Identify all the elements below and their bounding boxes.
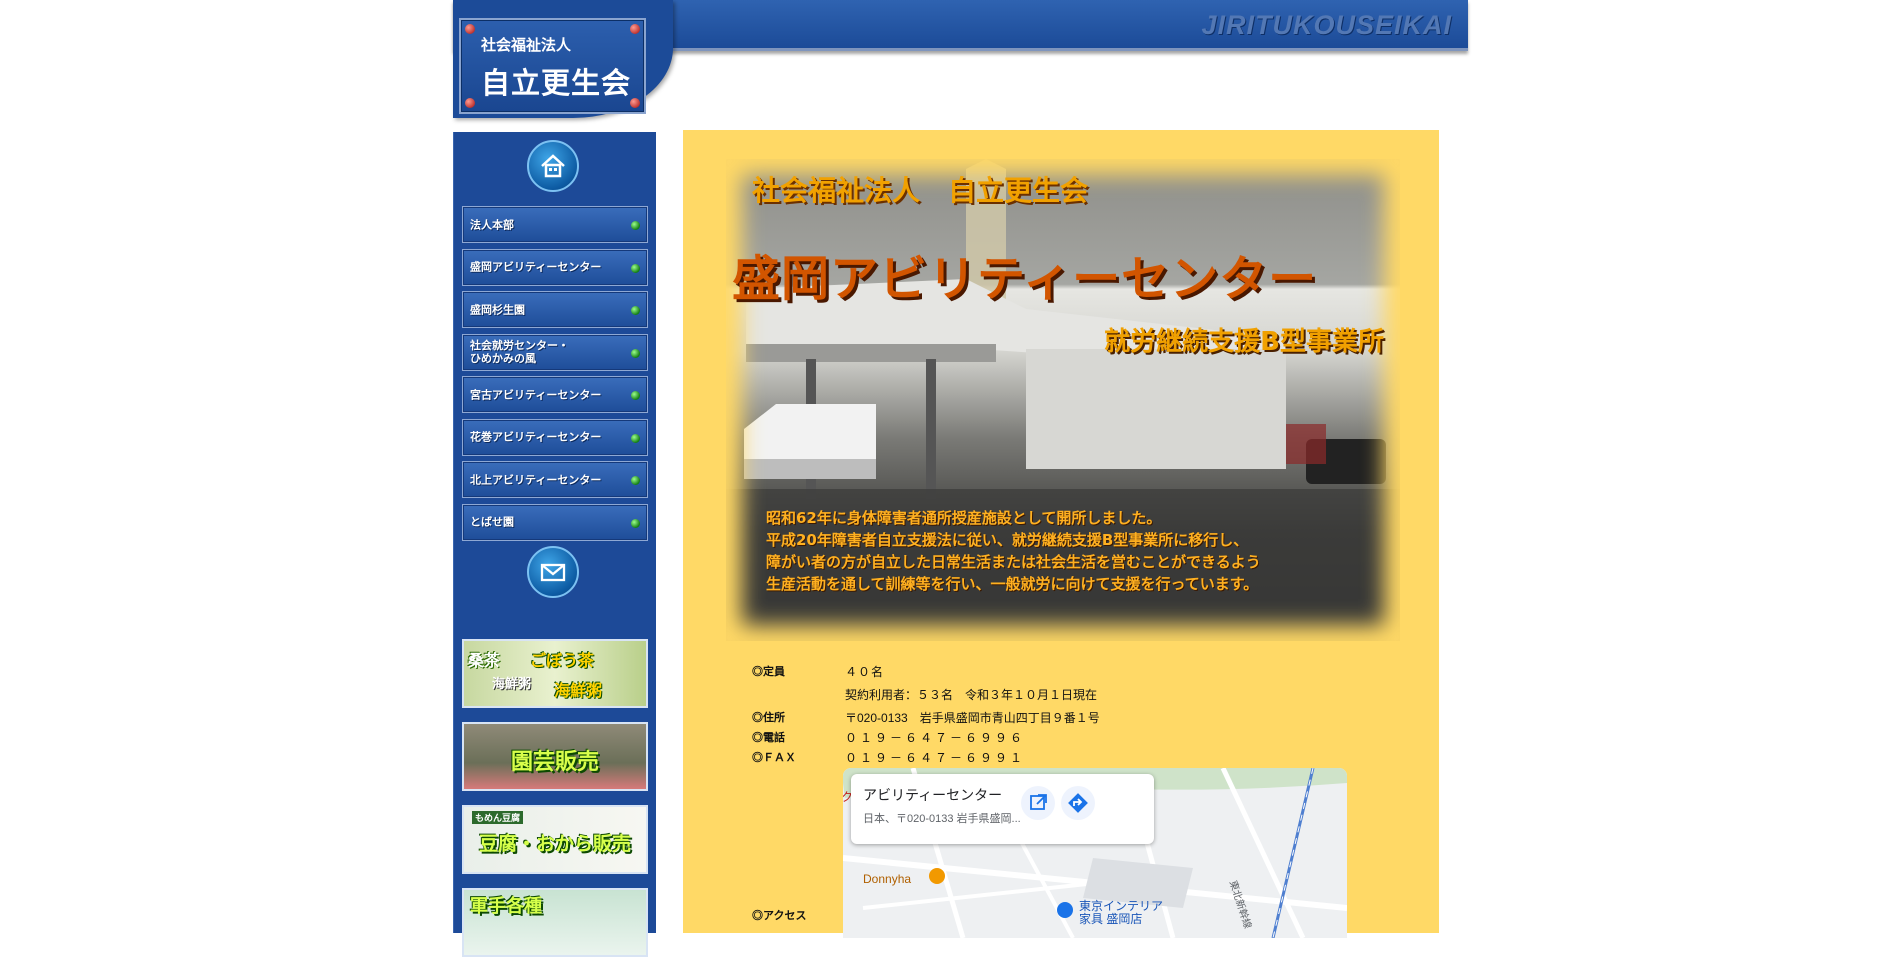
- home-icon: [541, 154, 565, 178]
- nav-item-kitakami-ability-center[interactable]: 北上アビリティーセンター: [462, 461, 648, 498]
- nav-item-hanamaki-ability-center[interactable]: 花巻アビリティーセンター: [462, 418, 648, 456]
- site-tag: JIRITUKOUSEIKAI: [1201, 10, 1452, 40]
- bullet-icon: [631, 433, 640, 443]
- info-label: ◎電話: [752, 732, 785, 744]
- bullet-icon: [631, 391, 640, 400]
- nav-item-tobaseen[interactable]: とばせ園: [462, 503, 648, 541]
- banner-text: 園芸販売: [510, 750, 599, 775]
- open-in-maps-button[interactable]: [1021, 786, 1055, 820]
- banner-tofu[interactable]: もめん豆腐 豆腐・おから販売: [462, 805, 648, 874]
- hero-title: 盛岡アビリティーセンター: [732, 251, 1318, 307]
- access-map[interactable]: ク アビリティーセンター 日本、〒020-0133 岩手県盛岡... Donny…: [843, 768, 1347, 938]
- banner-text: もめん豆腐: [472, 811, 524, 824]
- banner-gardening[interactable]: 園芸販売: [462, 722, 648, 791]
- hero-description: 昭和62年に身体障害者通所授産施設として開所しました。 平成20年障害者自立支援…: [766, 509, 1261, 593]
- banner-text: 桑茶: [468, 651, 501, 670]
- bullet-icon: [631, 348, 640, 358]
- hero-org-name: 社会福祉法人 自立更生会: [752, 174, 1089, 207]
- map-place-name: アビリティーセンター: [863, 787, 1003, 803]
- nav-item-headquarters[interactable]: 法人本部: [462, 206, 648, 243]
- info-value: 〒020-0133 岩手県盛岡市青山四丁目９番１号: [845, 711, 1100, 725]
- directions-button[interactable]: [1061, 786, 1095, 820]
- map-place-card[interactable]: アビリティーセンター 日本、〒020-0133 岩手県盛岡...: [851, 774, 1154, 844]
- nav-item-morioka-ability-center[interactable]: 盛岡アビリティーセンター: [462, 248, 648, 286]
- banner-tea-porridge[interactable]: 桑茶 ごぼう茶 海鮮粥 海鮮粥: [462, 639, 648, 708]
- info-value: ４０名: [845, 665, 885, 679]
- nav-item-label: 花巻アビリティーセンター: [470, 430, 602, 444]
- bullet-icon: [631, 306, 640, 315]
- main-content: 社会福祉法人 自立更生会 盛岡アビリティーセンター 就労継続支援B型事業所 昭和…: [683, 130, 1439, 938]
- sidebar: 法人本部 盛岡アビリティーセンター 盛岡杉生園 社会就労センター・ ひめかみの風…: [453, 132, 656, 957]
- directions-icon: [1068, 793, 1088, 813]
- info-value: ０１９－６４７－６９９６: [845, 731, 1026, 745]
- info-label: ◎ＦＡＸ: [752, 752, 796, 764]
- hero-subtitle: 就労継続支援B型事業所: [1104, 327, 1384, 357]
- banner-text: 豆腐・おから販売: [478, 833, 631, 855]
- nav-item-label: 法人本部: [470, 218, 514, 231]
- nav-item-label: 宮古アビリティーセンター: [470, 388, 602, 401]
- nav-item-label: とばせ園: [470, 515, 514, 529]
- info-label: ◎アクセス: [752, 910, 807, 922]
- nav-menu: 法人本部 盛岡アビリティーセンター 盛岡杉生園 社会就労センター・ ひめかみの風…: [462, 206, 648, 546]
- nav-item-label: 北上アビリティーセンター: [470, 473, 602, 486]
- nav-item-miyako-ability-center[interactable]: 宮古アビリティーセンター: [462, 376, 648, 413]
- food-icon: [929, 868, 945, 884]
- site-logo[interactable]: 社会福祉法人 自立更生会: [459, 18, 646, 114]
- logo-rivet: [465, 24, 475, 34]
- home-button[interactable]: [527, 140, 579, 192]
- nav-item-morioka-suginoen[interactable]: 盛岡杉生園: [462, 291, 648, 328]
- logo-subtitle: 社会福祉法人: [481, 36, 572, 54]
- info-value: ０１９－６４７－６９９１: [845, 751, 1026, 765]
- info-label: ◎住所: [752, 712, 785, 724]
- bullet-icon: [631, 221, 640, 230]
- banner-gloves[interactable]: 軍手各種: [462, 888, 648, 957]
- banner-text: 海鮮粥: [492, 677, 532, 692]
- map-poi-label: Donnyha: [863, 872, 912, 886]
- logo-rivet: [465, 98, 475, 108]
- site-header: JIRITUKOUSEIKAI 社会福祉法人 自立更生会: [453, 0, 1468, 118]
- shopping-icon: [1057, 902, 1073, 918]
- banner-text: 軍手各種: [470, 896, 542, 917]
- open-in-new-icon: [1030, 794, 1047, 810]
- nav-item-label: 盛岡アビリティーセンター: [470, 260, 602, 274]
- banner-text: 海鮮粥: [554, 681, 603, 700]
- hero-image: 社会福祉法人 自立更生会 盛岡アビリティーセンター 就労継続支援B型事業所 昭和…: [726, 159, 1400, 641]
- nav-item-label: 社会就労センター・ ひめかみの風: [470, 339, 569, 365]
- contact-button[interactable]: [527, 546, 579, 598]
- banner-text: ごぼう茶: [530, 651, 595, 670]
- bullet-icon: [631, 518, 640, 528]
- logo-title: 自立更生会: [481, 66, 632, 100]
- map-poi-label: 東京インテリア 家具 盛岡店: [1079, 899, 1164, 926]
- mail-icon: [540, 563, 566, 582]
- bullet-icon: [631, 476, 640, 485]
- bullet-icon: [631, 263, 640, 273]
- logo-rivet: [630, 24, 640, 34]
- info-value: 契約利用者：５３名 令和３年１０月１日現在: [845, 688, 1098, 702]
- map-place-address: 日本、〒020-0133 岩手県盛岡...: [863, 813, 1021, 825]
- nav-item-himekami[interactable]: 社会就労センター・ ひめかみの風: [462, 333, 648, 371]
- info-label: ◎定員: [752, 666, 785, 678]
- nav-item-label: 盛岡杉生園: [470, 303, 525, 316]
- logo-rivet: [630, 98, 640, 108]
